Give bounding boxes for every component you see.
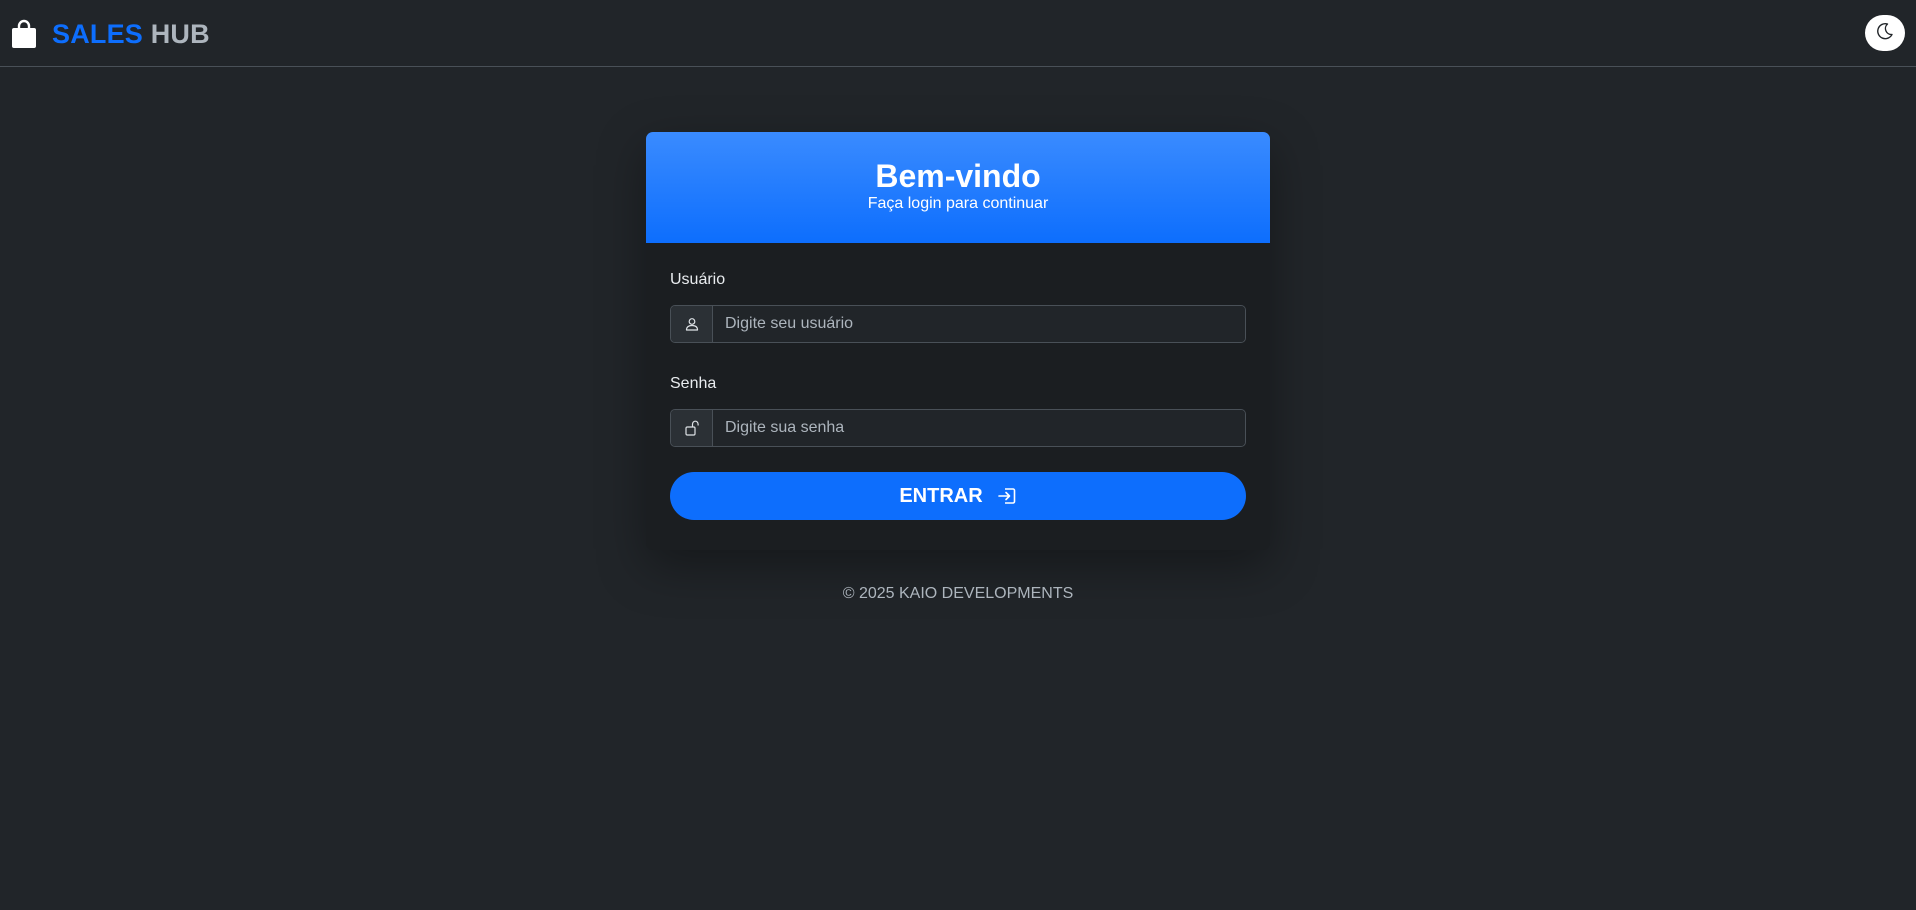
- brand[interactable]: SALES HUB: [10, 18, 210, 50]
- brand-name-sales: SALES: [52, 18, 144, 49]
- navbar: SALES HUB: [0, 0, 1916, 67]
- username-label: Usuário: [670, 271, 726, 288]
- user-icon: [671, 306, 713, 342]
- brand-name: SALES HUB: [52, 19, 210, 50]
- brand-name-hub: HUB: [150, 18, 210, 49]
- login-card: Bem-vindo Faça login para continuar Usuá…: [646, 132, 1270, 550]
- username-input[interactable]: [713, 306, 1245, 342]
- password-input-group: [670, 409, 1246, 447]
- password-input[interactable]: [713, 410, 1245, 446]
- login-card-header: Bem-vindo Faça login para continuar: [646, 132, 1270, 243]
- username-input-group: [670, 305, 1246, 343]
- sign-in-icon: [997, 486, 1017, 506]
- login-submit-button[interactable]: ENTRAR: [670, 472, 1246, 520]
- login-form: Usuário Senha ENTRAR: [646, 243, 1270, 520]
- login-submit-label: ENTRAR: [899, 484, 983, 507]
- login-subtitle: Faça login para continuar: [867, 195, 1049, 212]
- moon-icon: [1876, 22, 1894, 45]
- password-label: Senha: [670, 375, 717, 392]
- login-title: Bem-vindo: [875, 158, 1041, 194]
- shopping-bag-icon: [10, 18, 38, 50]
- theme-toggle-button[interactable]: [1865, 15, 1905, 51]
- unlock-icon: [671, 410, 713, 446]
- footer-copyright: © 2025 KAIO DEVELOPMENTS: [842, 585, 1074, 602]
